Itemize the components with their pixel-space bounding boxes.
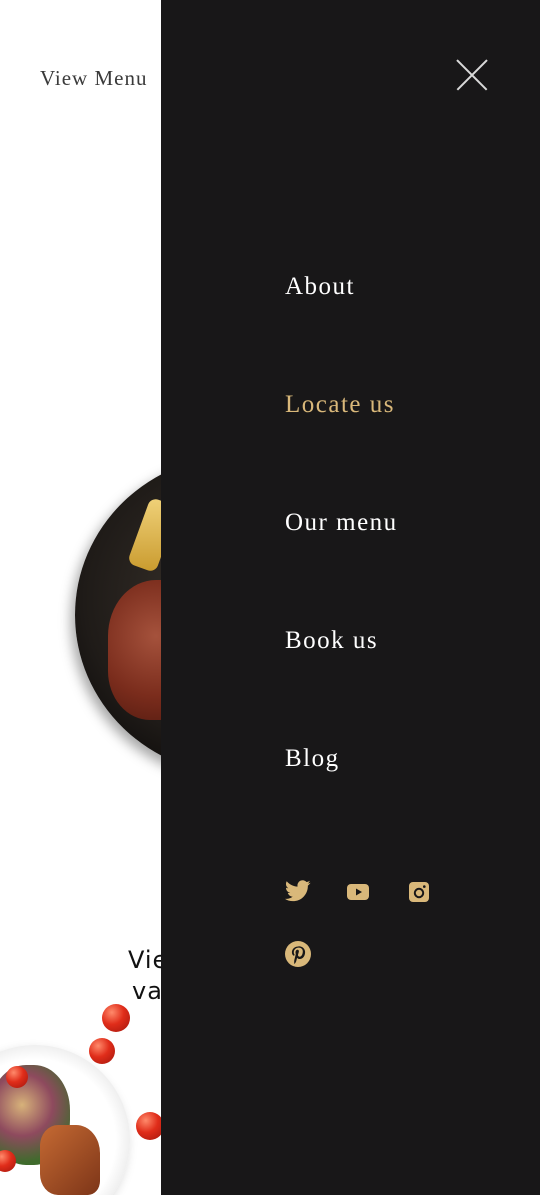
view-menu-link[interactable]: View Menu	[40, 66, 147, 91]
instagram-icon[interactable]	[409, 882, 429, 902]
tomato-image	[6, 1066, 28, 1088]
tomato-image	[136, 1112, 164, 1140]
nav-item-blog[interactable]: Blog	[285, 739, 398, 857]
tomato-image	[102, 1004, 130, 1032]
nav-item-our-menu[interactable]: Our menu	[285, 503, 398, 621]
tomato-image	[89, 1038, 115, 1064]
nav-item-locate-us[interactable]: Locate us	[285, 385, 398, 503]
nav-item-book-us[interactable]: Book us	[285, 621, 398, 739]
nav-item-about[interactable]: About	[285, 267, 398, 385]
navigation-drawer: About Locate us Our menu Book us Blog	[161, 0, 540, 1195]
pinterest-icon[interactable]	[285, 941, 311, 967]
youtube-icon[interactable]	[347, 883, 369, 901]
drawer-nav: About Locate us Our menu Book us Blog	[285, 267, 398, 857]
fish-image	[40, 1125, 100, 1195]
close-icon[interactable]	[456, 59, 488, 91]
twitter-icon[interactable]	[285, 880, 311, 902]
